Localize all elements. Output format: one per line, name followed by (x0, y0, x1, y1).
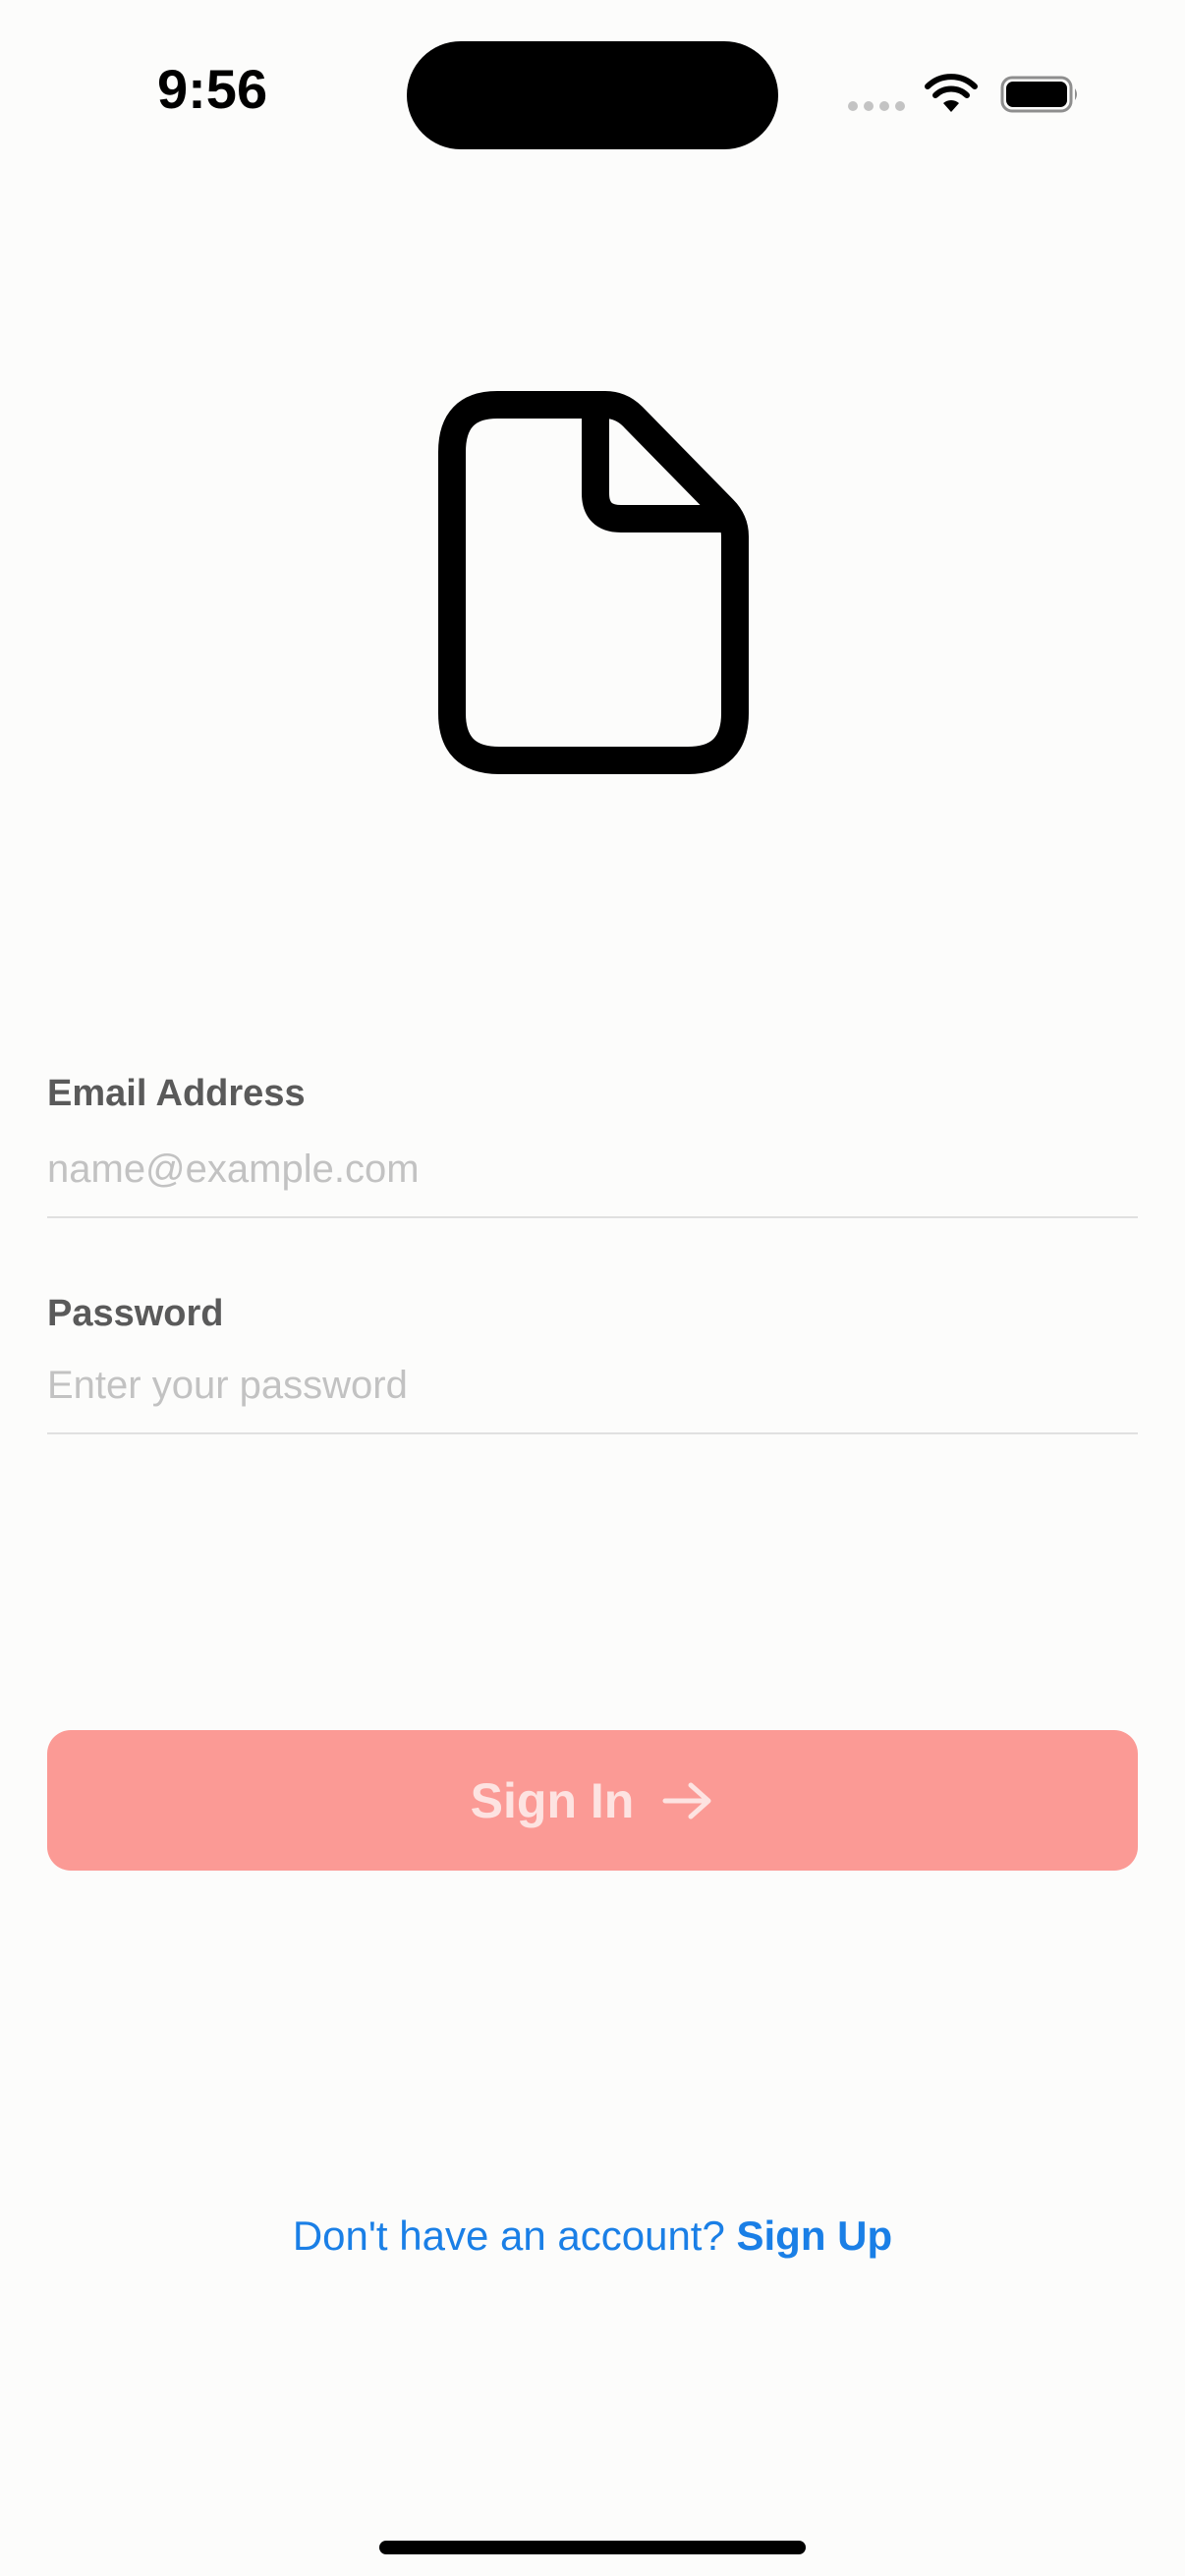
signal-dots-icon (848, 101, 905, 111)
home-indicator[interactable] (379, 2541, 806, 2554)
status-time: 9:56 (157, 58, 268, 120)
document-icon (438, 391, 749, 774)
signup-prompt-text: Don't have an account? (292, 2212, 725, 2259)
password-divider (47, 1432, 1138, 1434)
battery-icon (1000, 76, 1077, 113)
password-label: Password (47, 1293, 224, 1334)
email-field[interactable] (47, 1138, 1138, 1201)
sign-in-button[interactable]: Sign In (47, 1730, 1138, 1871)
wifi-icon (925, 74, 978, 112)
dynamic-island (407, 41, 778, 149)
sign-in-label: Sign In (470, 1772, 635, 1828)
arrow-right-icon (662, 1782, 711, 1819)
sign-up-link[interactable]: Sign Up (737, 2212, 893, 2259)
signup-prompt: Don't have an account? Sign Up (0, 2212, 1185, 2260)
password-field[interactable] (47, 1354, 1138, 1417)
email-label: Email Address (47, 1073, 306, 1114)
email-divider (47, 1216, 1138, 1218)
